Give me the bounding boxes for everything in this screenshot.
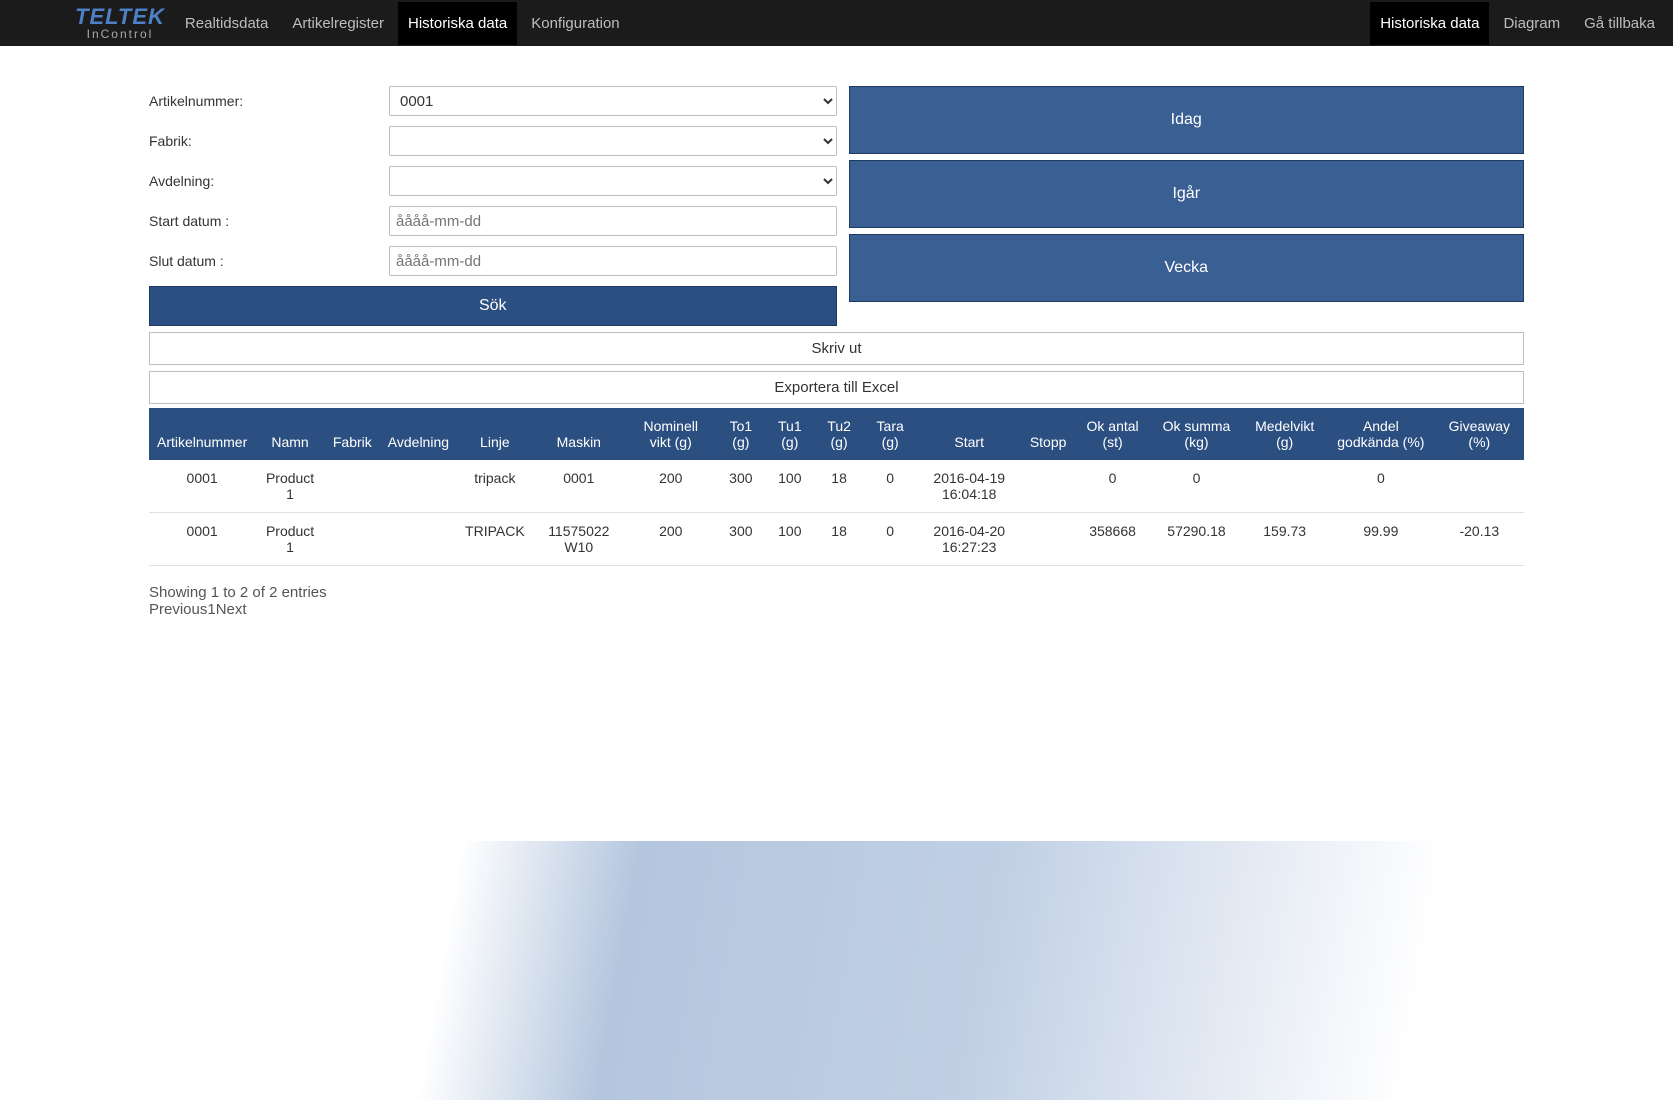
table-cell: 57290.18 bbox=[1151, 513, 1243, 566]
col-start[interactable]: Start bbox=[917, 408, 1022, 460]
col-artikelnummer[interactable]: Artikelnummer bbox=[149, 408, 255, 460]
logo: TELTEK InControl bbox=[75, 6, 165, 40]
table-cell: 100 bbox=[765, 513, 814, 566]
col-tu2[interactable]: Tu2 (g) bbox=[814, 408, 863, 460]
pager-next[interactable]: Next bbox=[216, 601, 247, 618]
col-ok-antal[interactable]: Ok antal (st) bbox=[1074, 408, 1150, 460]
table-cell: 0 bbox=[1074, 460, 1150, 513]
table-cell: 100 bbox=[765, 460, 814, 513]
table-cell: 11575022 W10 bbox=[533, 513, 625, 566]
col-tara[interactable]: Tara (g) bbox=[864, 408, 917, 460]
table-cell: 2016-04-19 16:04:18 bbox=[917, 460, 1022, 513]
col-stopp[interactable]: Stopp bbox=[1022, 408, 1075, 460]
col-to1[interactable]: To1 (g) bbox=[717, 408, 766, 460]
col-ok-summa[interactable]: Ok summa (kg) bbox=[1151, 408, 1243, 460]
idag-button[interactable]: Idag bbox=[849, 86, 1525, 154]
table-cell: 200 bbox=[625, 460, 717, 513]
fabrik-label: Fabrik: bbox=[149, 133, 389, 149]
table-cell: 2016-04-20 16:27:23 bbox=[917, 513, 1022, 566]
table-cell: tripack bbox=[457, 460, 533, 513]
table-cell: 300 bbox=[717, 513, 766, 566]
pager: Showing 1 to 2 of 2 entries Previous1Nex… bbox=[149, 584, 1524, 618]
vecka-button[interactable]: Vecka bbox=[849, 234, 1525, 302]
table-cell bbox=[325, 460, 380, 513]
export-excel-button[interactable]: Exportera till Excel bbox=[149, 371, 1524, 404]
artikelnummer-label: Artikelnummer: bbox=[149, 93, 389, 109]
nav-ga-tillbaka[interactable]: Gå tillbaka bbox=[1574, 2, 1665, 45]
table-cell: 0 bbox=[864, 513, 917, 566]
nav-historiska-data-right[interactable]: Historiska data bbox=[1370, 2, 1489, 45]
sok-button[interactable]: Sök bbox=[149, 286, 837, 326]
table-cell bbox=[1242, 460, 1327, 513]
col-namn[interactable]: Namn bbox=[255, 408, 325, 460]
nav-historiska-data[interactable]: Historiska data bbox=[398, 2, 517, 45]
col-tu1[interactable]: Tu1 (g) bbox=[765, 408, 814, 460]
col-avdelning[interactable]: Avdelning bbox=[380, 408, 457, 460]
filter-panel: Artikelnummer: 0001 Fabrik: Avdelning: S… bbox=[149, 86, 837, 326]
skriv-ut-button[interactable]: Skriv ut bbox=[149, 332, 1524, 365]
table-cell: 358668 bbox=[1074, 513, 1150, 566]
avdelning-select[interactable] bbox=[389, 166, 837, 196]
start-datum-input[interactable] bbox=[389, 206, 837, 236]
table-cell bbox=[1435, 460, 1524, 513]
col-giveaway[interactable]: Giveaway (%) bbox=[1435, 408, 1524, 460]
pager-page-1[interactable]: 1 bbox=[207, 601, 215, 618]
col-fabrik[interactable]: Fabrik bbox=[325, 408, 380, 460]
fabrik-select[interactable] bbox=[389, 126, 837, 156]
slut-datum-label: Slut datum : bbox=[149, 253, 389, 269]
nav-konfiguration[interactable]: Konfiguration bbox=[521, 2, 629, 45]
logo-main: TELTEK bbox=[75, 6, 165, 28]
table-body: 0001Product 1tripack00012003001001802016… bbox=[149, 460, 1524, 566]
igar-button[interactable]: Igår bbox=[849, 160, 1525, 228]
table-cell: 0 bbox=[1327, 460, 1435, 513]
slut-datum-input[interactable] bbox=[389, 246, 837, 276]
start-datum-label: Start datum : bbox=[149, 213, 389, 229]
logo-sub: InControl bbox=[87, 28, 154, 40]
table-cell: 18 bbox=[814, 513, 863, 566]
table-cell: 0001 bbox=[533, 460, 625, 513]
table-cell: 159.73 bbox=[1242, 513, 1327, 566]
col-medelvikt[interactable]: Medelvikt (g) bbox=[1242, 408, 1327, 460]
table-cell bbox=[1022, 513, 1075, 566]
table-cell bbox=[325, 513, 380, 566]
artikelnummer-select[interactable]: 0001 bbox=[389, 86, 837, 116]
table-cell: 300 bbox=[717, 460, 766, 513]
nav-realtidsdata[interactable]: Realtidsdata bbox=[175, 2, 278, 45]
top-navbar: TELTEK InControl Realtidsdata Artikelreg… bbox=[0, 0, 1673, 46]
nav-right: Historiska data Diagram Gå tillbaka bbox=[1370, 2, 1665, 45]
table-cell: 0 bbox=[1151, 460, 1243, 513]
col-maskin[interactable]: Maskin bbox=[533, 408, 625, 460]
col-andel[interactable]: Andel godkända (%) bbox=[1327, 408, 1435, 460]
nav-diagram[interactable]: Diagram bbox=[1493, 2, 1570, 45]
table-cell bbox=[380, 460, 457, 513]
col-linje[interactable]: Linje bbox=[457, 408, 533, 460]
table-cell: 0001 bbox=[149, 513, 255, 566]
quick-filter-panel: Idag Igår Vecka bbox=[849, 86, 1525, 308]
table-cell: Product 1 bbox=[255, 513, 325, 566]
table-cell bbox=[380, 513, 457, 566]
table-cell: Product 1 bbox=[255, 460, 325, 513]
col-nominell[interactable]: Nominell vikt (g) bbox=[625, 408, 717, 460]
table-cell: 99.99 bbox=[1327, 513, 1435, 566]
table-header: Artikelnummer Namn Fabrik Avdelning Linj… bbox=[149, 408, 1524, 460]
table-cell: 200 bbox=[625, 513, 717, 566]
results-table: Artikelnummer Namn Fabrik Avdelning Linj… bbox=[149, 408, 1524, 566]
table-cell: 18 bbox=[814, 460, 863, 513]
table-cell: 0001 bbox=[149, 460, 255, 513]
nav-left: Realtidsdata Artikelregister Historiska … bbox=[175, 2, 630, 45]
table-cell: -20.13 bbox=[1435, 513, 1524, 566]
table-row: 0001Product 1 TRIPACK11575022 W1020030010… bbox=[149, 513, 1524, 566]
table-cell bbox=[1022, 460, 1075, 513]
nav-artikelregister[interactable]: Artikelregister bbox=[282, 2, 394, 45]
avdelning-label: Avdelning: bbox=[149, 173, 389, 189]
pager-previous[interactable]: Previous bbox=[149, 601, 207, 618]
table-cell: TRIPACK bbox=[457, 513, 533, 566]
pager-info: Showing 1 to 2 of 2 entries bbox=[149, 584, 1524, 601]
table-cell: 0 bbox=[864, 460, 917, 513]
table-row: 0001Product 1tripack00012003001001802016… bbox=[149, 460, 1524, 513]
